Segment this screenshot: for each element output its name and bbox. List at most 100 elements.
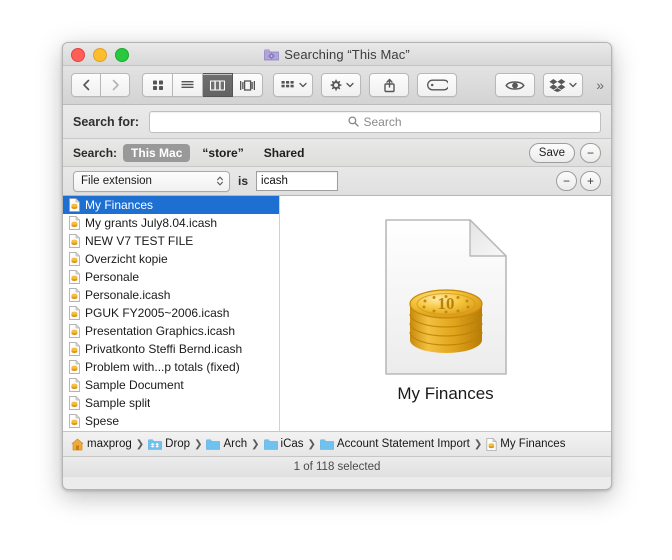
search-criteria-row: File extension is icash − + — [63, 167, 611, 196]
breadcrumb-item-home[interactable]: maxprog — [71, 438, 132, 451]
smart-folder-icon — [264, 48, 280, 61]
breadcrumb-item-my-finances[interactable]: My Finances — [486, 437, 566, 451]
list-item[interactable]: PGUK FY2005~2006.icash — [63, 304, 279, 322]
list-item-label: My Finances — [85, 198, 154, 212]
breadcrumb-item-account-statement-import[interactable]: Account Statement Import — [320, 438, 470, 450]
list-view-button[interactable] — [173, 73, 203, 97]
breadcrumb-separator-icon: ❯ — [251, 438, 260, 450]
column-view-button[interactable] — [203, 73, 233, 97]
criteria-value-text: icash — [261, 175, 288, 187]
icon-view-button[interactable] — [142, 73, 173, 97]
window-title-group: Searching “This Mac” — [63, 43, 611, 65]
remove-scope-button[interactable]: − — [580, 142, 601, 163]
search-scope-label: Search: — [73, 145, 118, 160]
search-for-row: Search for: Search — [63, 105, 611, 139]
toolbar-overflow-button[interactable]: » — [591, 77, 604, 93]
screenshot-root: Searching “This Mac” » Search for: Searc… — [0, 0, 672, 560]
search-input[interactable]: Search — [149, 110, 601, 133]
icash-file-icon — [69, 378, 80, 392]
list-item[interactable]: Personale — [63, 268, 279, 286]
arrange-by-button[interactable] — [273, 73, 313, 97]
list-item[interactable]: Spese — [63, 412, 279, 430]
finder-toolbar: » — [63, 66, 611, 105]
quicklook-button[interactable] — [495, 73, 536, 97]
path-breadcrumb-bar: maxprog ❯ Drop ❯ Arch ❯ iCas ❯ Account S… — [63, 431, 611, 456]
breadcrumb-label: Drop — [165, 438, 191, 450]
breadcrumb-separator-icon: ❯ — [194, 438, 203, 450]
coverflow-view-button[interactable] — [233, 73, 263, 97]
forward-button[interactable] — [101, 73, 130, 97]
icash-file-icon — [69, 216, 80, 230]
icash-file-icon — [69, 198, 80, 212]
chevron-down-icon — [346, 82, 354, 88]
list-item[interactable]: My grants July8.04.icash — [63, 214, 279, 232]
list-item[interactable]: Presentation Graphics.icash — [63, 322, 279, 340]
share-button[interactable] — [369, 73, 409, 97]
view-mode-segmented-control — [142, 73, 263, 97]
breadcrumb-item-icash[interactable]: iCas — [263, 438, 304, 450]
list-item-label: Privatkonto Steffi Bernd.icash — [85, 342, 243, 356]
icash-document-icon: 10 — [382, 218, 510, 376]
search-scope-row: Search: This Mac “store” Shared Save − — [63, 139, 611, 167]
list-item-label: Sample Document — [85, 378, 184, 392]
action-menu-button[interactable] — [321, 73, 361, 97]
status-bar: 1 of 118 selected — [63, 456, 611, 477]
window-titlebar: Searching “This Mac” — [63, 43, 611, 66]
list-item[interactable]: My Finances — [63, 196, 279, 214]
icash-file-icon — [69, 288, 80, 302]
breadcrumb-separator-icon: ❯ — [135, 438, 145, 450]
home-icon — [71, 438, 84, 451]
criteria-attribute-select[interactable]: File extension — [73, 170, 230, 192]
scope-shared[interactable]: Shared — [256, 144, 313, 162]
status-text: 1 of 118 selected — [293, 461, 381, 473]
list-item[interactable]: Sample Document — [63, 376, 279, 394]
icash-file-icon — [69, 270, 80, 284]
list-item-label: Personale.icash — [85, 288, 171, 302]
tag-button[interactable] — [417, 73, 457, 97]
icash-file-icon — [69, 324, 80, 338]
icash-file-icon — [69, 306, 80, 320]
folder-icon — [320, 438, 334, 450]
breadcrumb-item-dropbox[interactable]: Drop — [148, 438, 190, 450]
scope-this-mac[interactable]: This Mac — [123, 143, 191, 162]
save-search-button[interactable]: Save — [528, 142, 575, 163]
icash-file-icon — [69, 234, 80, 248]
breadcrumb-label: Account Statement Import — [336, 438, 470, 450]
add-criteria-button[interactable]: + — [580, 171, 601, 191]
plus-icon: + — [586, 174, 594, 188]
list-item[interactable]: Personale.icash — [63, 286, 279, 304]
preview-filename: My Finances — [397, 383, 494, 403]
scope-store[interactable]: “store” — [194, 144, 251, 162]
list-item[interactable]: Privatkonto Steffi Bernd.icash — [63, 340, 279, 358]
criteria-value-input[interactable]: icash — [256, 171, 339, 191]
updown-arrows-icon — [216, 175, 224, 188]
list-item[interactable]: Problem with...p totals (fixed) — [63, 358, 279, 376]
remove-criteria-button[interactable]: − — [556, 171, 577, 191]
list-item-label: Problem with...p totals (fixed) — [85, 360, 240, 374]
breadcrumb-item-arch[interactable]: Arch — [206, 438, 247, 450]
list-item[interactable]: Sample split — [63, 394, 279, 412]
icash-file-icon — [69, 342, 80, 356]
list-item[interactable]: NEW V7 TEST FILE — [63, 232, 279, 250]
finder-window: Searching “This Mac” » Search for: Searc… — [62, 42, 612, 490]
breadcrumb-label: Arch — [223, 438, 248, 450]
icash-file-icon — [69, 360, 80, 374]
breadcrumb-label: My Finances — [500, 438, 566, 450]
window-title: Searching “This Mac” — [284, 46, 410, 62]
icash-file-icon — [69, 414, 80, 428]
finder-content: My Finances My grants July8.04.icash NEW… — [63, 196, 611, 431]
dropbox-button[interactable] — [543, 73, 584, 97]
list-item-label: Personale — [85, 270, 140, 284]
list-item[interactable]: Overzicht kopie — [63, 250, 279, 268]
list-item-label: Spese — [85, 414, 120, 428]
search-placeholder: Search — [363, 114, 402, 129]
list-item-label: Sample split — [85, 396, 151, 410]
list-item-label: Presentation Graphics.icash — [85, 324, 236, 338]
criteria-attribute-value: File extension — [81, 175, 152, 187]
breadcrumb-label: iCas — [280, 438, 304, 450]
preview-pane: 10 My Finances — [280, 196, 611, 431]
file-list-column[interactable]: My Finances My grants July8.04.icash NEW… — [63, 196, 280, 431]
back-button[interactable] — [71, 73, 101, 97]
search-icon — [348, 116, 360, 127]
list-item-label: NEW V7 TEST FILE — [85, 234, 194, 248]
